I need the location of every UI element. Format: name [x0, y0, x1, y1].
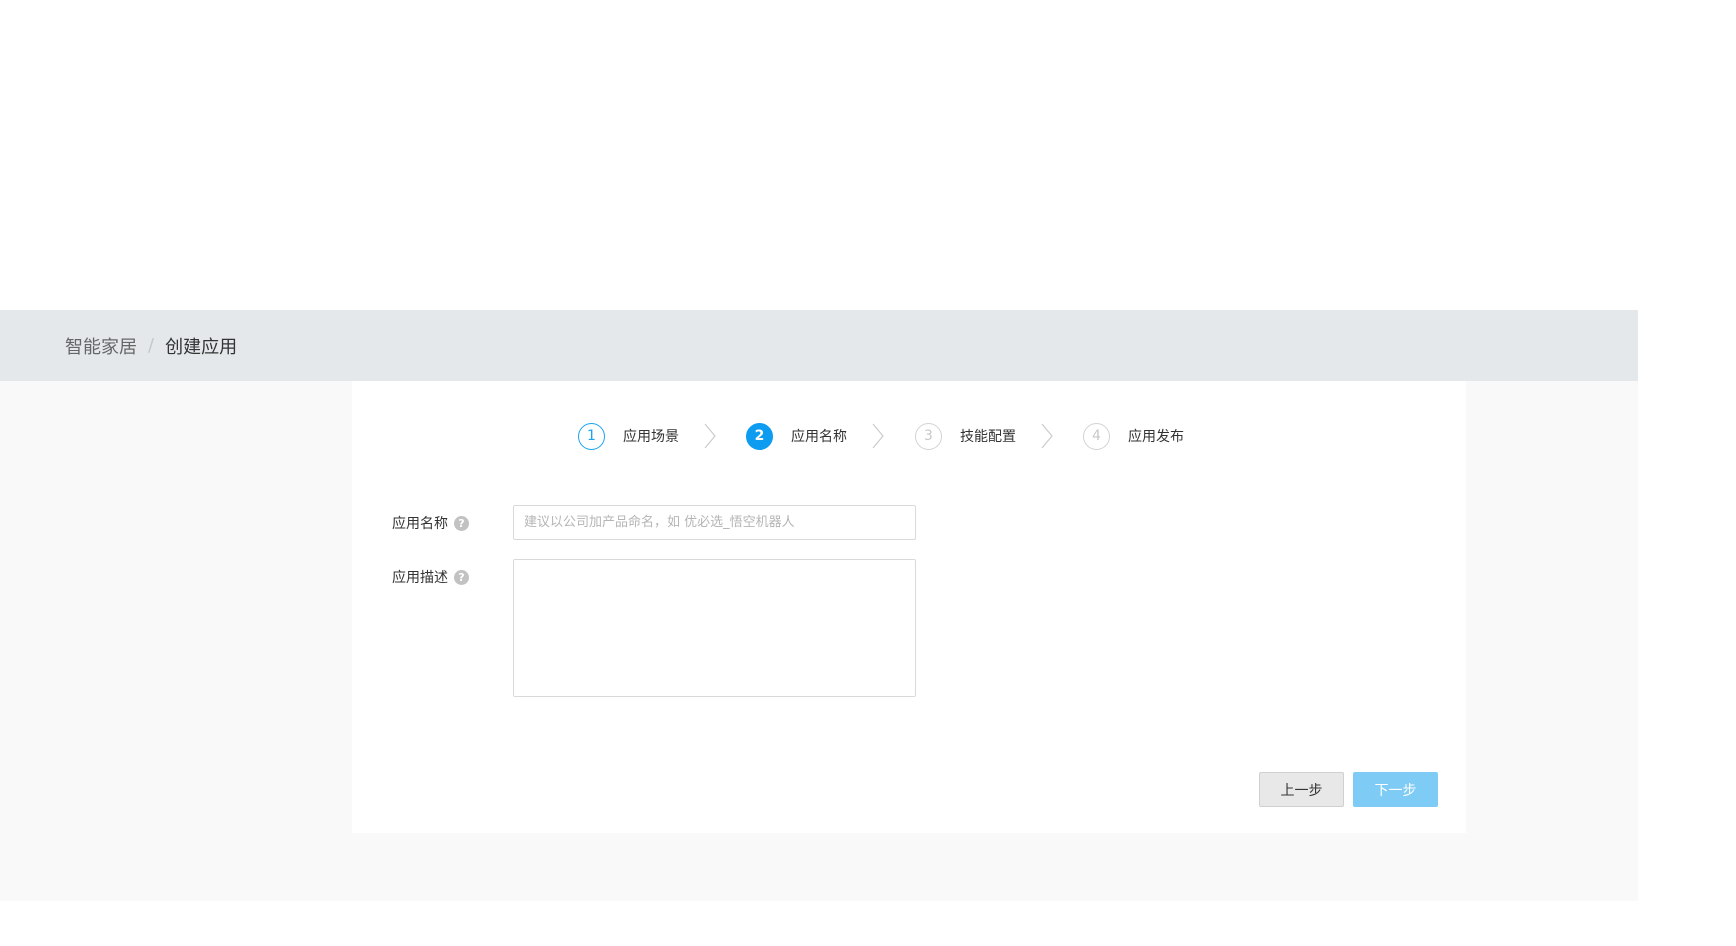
step-number: 4	[1083, 422, 1110, 450]
step-label: 应用场景	[623, 429, 679, 445]
question-circle-icon[interactable]: ?	[454, 569, 469, 585]
question-circle-icon[interactable]: ?	[454, 515, 469, 531]
step-number: 2	[746, 422, 773, 450]
breadcrumb-bar: 智能家居 / 创建应用	[0, 310, 1638, 381]
app-name-label: 应用名称 ?	[392, 513, 469, 533]
app-description-textarea[interactable]	[513, 559, 916, 697]
step-number: 3	[915, 422, 942, 450]
app-description-label-text: 应用描述	[392, 570, 448, 586]
step-label: 应用名称	[791, 429, 847, 445]
step-skill-config: 3 技能配置	[915, 421, 1016, 451]
chevron-right-icon	[1041, 423, 1053, 449]
step-app-publish: 4 应用发布	[1083, 421, 1184, 451]
step-app-scene: 1 应用场景	[578, 421, 679, 451]
app-name-label-text: 应用名称	[392, 516, 448, 532]
previous-step-button[interactable]: 上一步	[1259, 772, 1344, 807]
breadcrumb-separator: /	[148, 335, 155, 356]
step-label: 应用发布	[1128, 429, 1184, 445]
create-app-card: 1 应用场景 2 应用名称 3 技能配置 4 应用发布 应用名称 ? 应用描述 …	[352, 381, 1466, 833]
chevron-right-icon	[704, 423, 716, 449]
step-app-name: 2 应用名称	[746, 421, 847, 451]
breadcrumb: 智能家居 / 创建应用	[65, 310, 237, 381]
step-number: 1	[578, 422, 605, 450]
app-name-input[interactable]	[513, 505, 916, 540]
next-step-button[interactable]: 下一步	[1353, 772, 1438, 807]
breadcrumb-item-smart-home[interactable]: 智能家居	[65, 333, 137, 359]
breadcrumb-item-create-app: 创建应用	[165, 336, 238, 358]
step-label: 技能配置	[960, 429, 1016, 445]
chevron-right-icon	[872, 423, 884, 449]
app-description-label: 应用描述 ?	[392, 567, 469, 587]
